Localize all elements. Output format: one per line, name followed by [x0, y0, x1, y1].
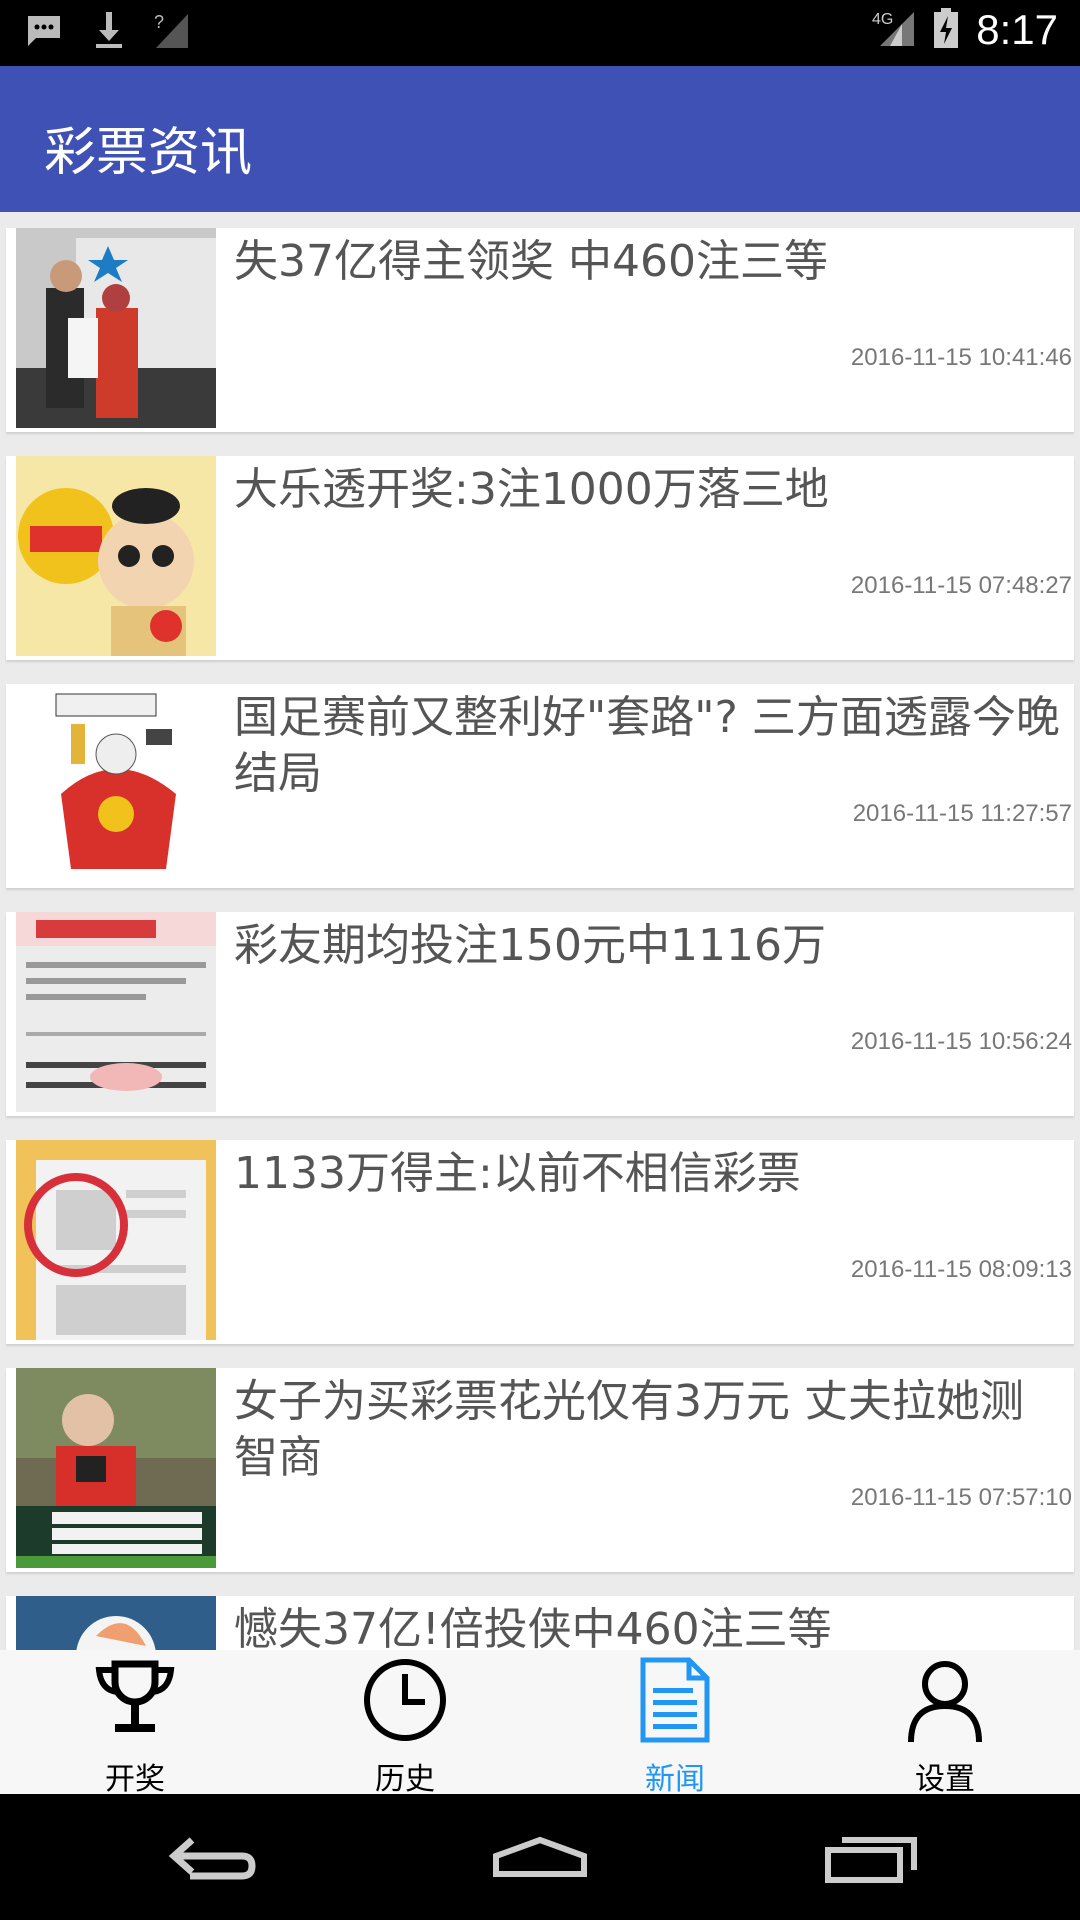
- news-item[interactable]: 憾失37亿!倍投侠中460注三等: [6, 1596, 1074, 1650]
- trophy-icon: [91, 1656, 179, 1744]
- battery-charging-icon: [932, 6, 960, 54]
- tab-label: 新闻: [645, 1762, 705, 1797]
- home-icon[interactable]: [490, 1822, 590, 1892]
- no-signal-icon: ?: [154, 10, 190, 54]
- news-time: 2016-11-15 07:57:10: [850, 1484, 1072, 1511]
- page-title: 彩票资讯: [44, 123, 253, 183]
- news-time: 2016-11-15 11:27:57: [852, 800, 1072, 827]
- news-thumbnail: [16, 684, 216, 884]
- news-thumbnail: [16, 912, 216, 1112]
- news-thumbnail: [16, 228, 216, 428]
- news-list[interactable]: 失37亿得主领奖 中460注三等 2016-11-15 10:41:46 大乐透…: [0, 212, 1080, 1650]
- news-time: 2016-11-15 10:56:24: [850, 1028, 1072, 1055]
- message-icon: [24, 10, 64, 54]
- tab-label: 开奖: [105, 1762, 165, 1797]
- news-item[interactable]: 女子为买彩票花光仅有3万元 丈夫拉她测智商 2016-11-15 07:57:1…: [6, 1368, 1074, 1572]
- signal-icon: 4G: [872, 6, 916, 54]
- tab-label: 历史: [375, 1762, 435, 1797]
- news-document-icon: [631, 1656, 719, 1744]
- news-title: 1133万得主:以前不相信彩票: [234, 1148, 801, 1199]
- user-icon: [901, 1656, 989, 1744]
- tab-label: 设置: [915, 1762, 975, 1797]
- news-item[interactable]: 国足赛前又整利好"套路"? 三方面透露今晚结局 2016-11-15 11:27…: [6, 684, 1074, 888]
- download-icon: [92, 10, 126, 54]
- news-thumbnail: [16, 1596, 216, 1650]
- status-bar: ? 4G 8:17: [0, 0, 1080, 66]
- tab-lottery-results[interactable]: 开奖: [0, 1650, 270, 1797]
- news-title: 女子为买彩票花光仅有3万元 丈夫拉她测智商: [234, 1376, 1024, 1483]
- news-item[interactable]: 彩友期均投注150元中1116万 2016-11-15 10:56:24: [6, 912, 1074, 1116]
- back-icon[interactable]: [160, 1822, 260, 1892]
- tab-news[interactable]: 新闻: [540, 1650, 810, 1797]
- news-time: 2016-11-15 08:09:13: [850, 1256, 1072, 1283]
- news-item[interactable]: 失37亿得主领奖 中460注三等 2016-11-15 10:41:46: [6, 228, 1074, 432]
- news-thumbnail: [16, 1140, 216, 1340]
- recents-icon[interactable]: [820, 1822, 920, 1892]
- tab-settings[interactable]: 设置: [810, 1650, 1080, 1797]
- clock-icon: [361, 1656, 449, 1744]
- news-thumbnail: [16, 456, 216, 656]
- news-title: 彩友期均投注150元中1116万: [234, 920, 826, 971]
- news-title: 憾失37亿!倍投侠中460注三等: [234, 1604, 832, 1650]
- news-time: 2016-11-15 10:41:46: [850, 344, 1072, 371]
- news-time: 2016-11-15 07:48:27: [850, 572, 1072, 599]
- news-item[interactable]: 大乐透开奖:3注1000万落三地 2016-11-15 07:48:27: [6, 456, 1074, 660]
- svg-text:4G: 4G: [872, 11, 893, 28]
- app-bar: 彩票资讯: [0, 66, 1080, 212]
- news-item[interactable]: 1133万得主:以前不相信彩票 2016-11-15 08:09:13: [6, 1140, 1074, 1344]
- svg-text:?: ?: [154, 12, 164, 32]
- clock-time: 8:17: [976, 6, 1058, 53]
- news-title: 国足赛前又整利好"套路"? 三方面透露今晚结局: [234, 692, 1060, 799]
- news-title: 失37亿得主领奖 中460注三等: [234, 236, 828, 287]
- system-navigation-bar: [0, 1794, 1080, 1920]
- news-title: 大乐透开奖:3注1000万落三地: [234, 464, 829, 515]
- bottom-navigation: 开奖 历史 新闻 设置: [0, 1650, 1080, 1797]
- tab-history[interactable]: 历史: [270, 1650, 540, 1797]
- news-thumbnail: [16, 1368, 216, 1568]
